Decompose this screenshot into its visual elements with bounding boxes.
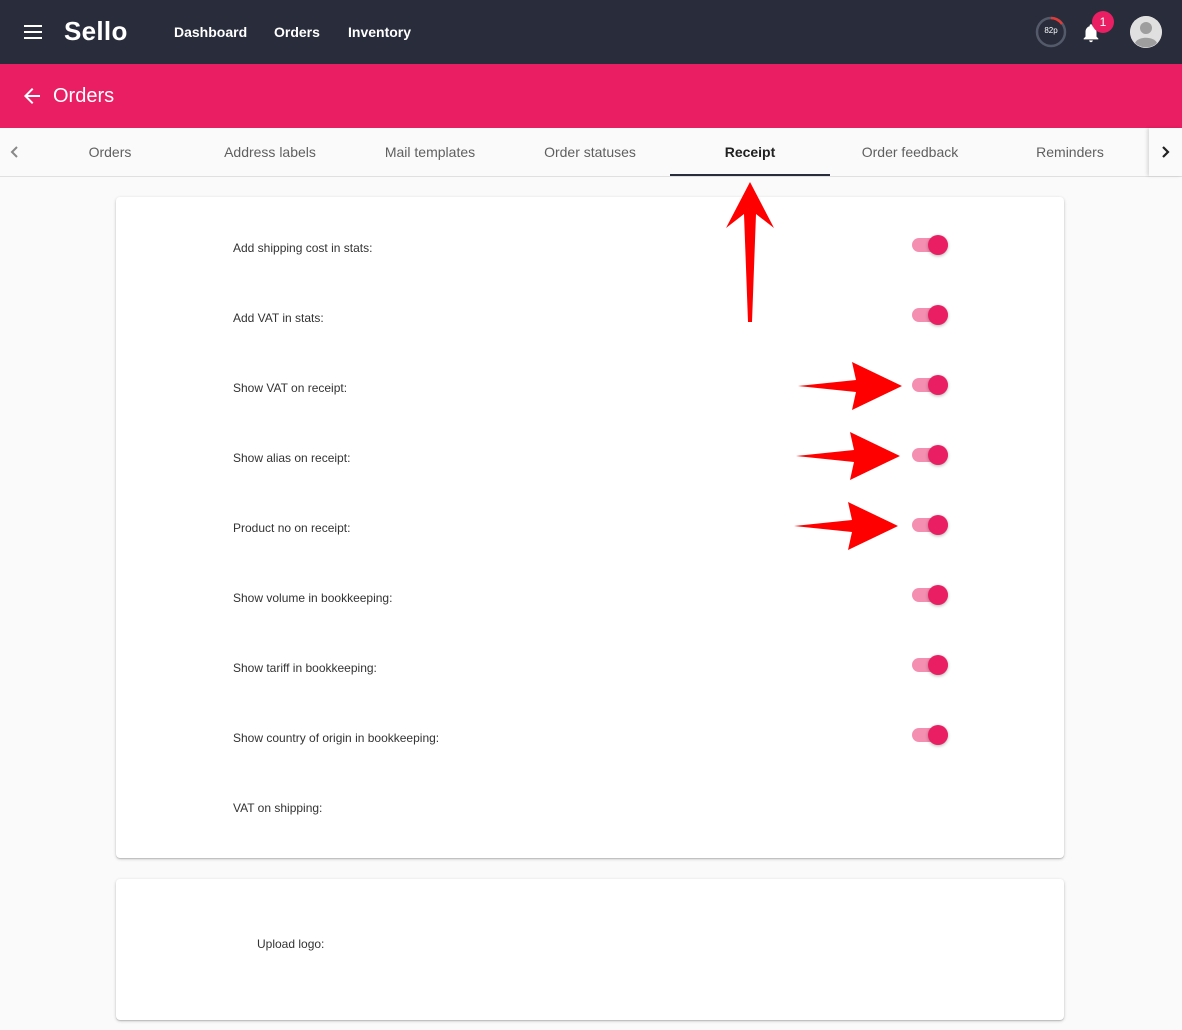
back-arrow-icon[interactable] (20, 84, 44, 108)
hamburger-menu-icon[interactable] (22, 22, 46, 42)
toggle-vat-receipt[interactable] (912, 375, 948, 395)
chevron-left-icon (10, 146, 18, 158)
tab-order-feedback[interactable]: Order feedback (830, 128, 990, 176)
setting-label-shipping-cost-stats: Add shipping cost in stats: (233, 241, 373, 255)
annotation-arrow-right (798, 362, 902, 410)
tab-receipt[interactable]: Receipt (670, 128, 830, 176)
setting-label-vat-stats: Add VAT in stats: (233, 311, 324, 325)
user-avatar-icon (1130, 16, 1162, 48)
toggle-volume-bookkeeping[interactable] (912, 585, 948, 605)
tab-mail-templates[interactable]: Mail templates (350, 128, 510, 176)
tab-reminders[interactable]: Reminders (990, 128, 1150, 176)
toggle-country-origin-bookkeeping[interactable] (912, 725, 948, 745)
notification-count-badge: 1 (1092, 11, 1114, 33)
setting-label-vat-receipt: Show VAT on receipt: (233, 381, 348, 395)
chevron-right-icon (1162, 146, 1170, 158)
nav-link-inventory[interactable]: Inventory (348, 24, 411, 40)
annotation-arrow-right (794, 502, 898, 550)
setting-label-product-no-receipt: Product no on receipt: (233, 521, 351, 535)
tab-scroll-left-button[interactable] (0, 128, 30, 176)
tab-bar: Orders Address labels Mail templates Ord… (0, 128, 1182, 177)
setting-label-alias-receipt: Show alias on receipt: (233, 451, 351, 465)
nav-link-orders[interactable]: Orders (274, 24, 320, 40)
tab-order-statuses[interactable]: Order statuses (510, 128, 670, 176)
toggle-vat-stats[interactable] (912, 305, 948, 325)
receipt-settings-card: Add shipping cost in stats: Add VAT in s… (116, 197, 1064, 858)
top-navigation: Sello Dashboard Orders Inventory 82p 1 (0, 0, 1182, 64)
brand-logo[interactable]: Sello (64, 16, 128, 47)
nav-link-dashboard[interactable]: Dashboard (174, 24, 247, 40)
upload-logo-label: Upload logo: (257, 937, 325, 951)
toggle-shipping-cost-stats[interactable] (912, 235, 948, 255)
tab-address-labels[interactable]: Address labels (190, 128, 350, 176)
page-header (0, 64, 1182, 128)
logo-upload-card: Upload logo: (116, 879, 1064, 1020)
annotation-arrow-right (796, 432, 900, 480)
setting-label-tariff-bookkeeping: Show tariff in bookkeeping: (233, 661, 377, 675)
toggle-alias-receipt[interactable] (912, 445, 948, 465)
tab-orders[interactable]: Orders (30, 128, 190, 176)
points-value: 82p (1044, 26, 1058, 35)
points-indicator[interactable]: 82p (1035, 16, 1067, 48)
setting-label-country-origin-bookkeeping: Show country of origin in bookkeeping: (233, 731, 440, 745)
page-title: Orders (53, 85, 115, 107)
tab-scroll-right-button[interactable] (1149, 128, 1182, 176)
toggle-product-no-receipt[interactable] (912, 515, 948, 535)
setting-label-vat-shipping: VAT on shipping: (233, 801, 323, 815)
annotation-arrow-up (726, 182, 774, 322)
user-avatar[interactable] (1130, 16, 1162, 48)
setting-label-volume-bookkeeping: Show volume in bookkeeping: (233, 591, 393, 605)
toggle-tariff-bookkeeping[interactable] (912, 655, 948, 675)
